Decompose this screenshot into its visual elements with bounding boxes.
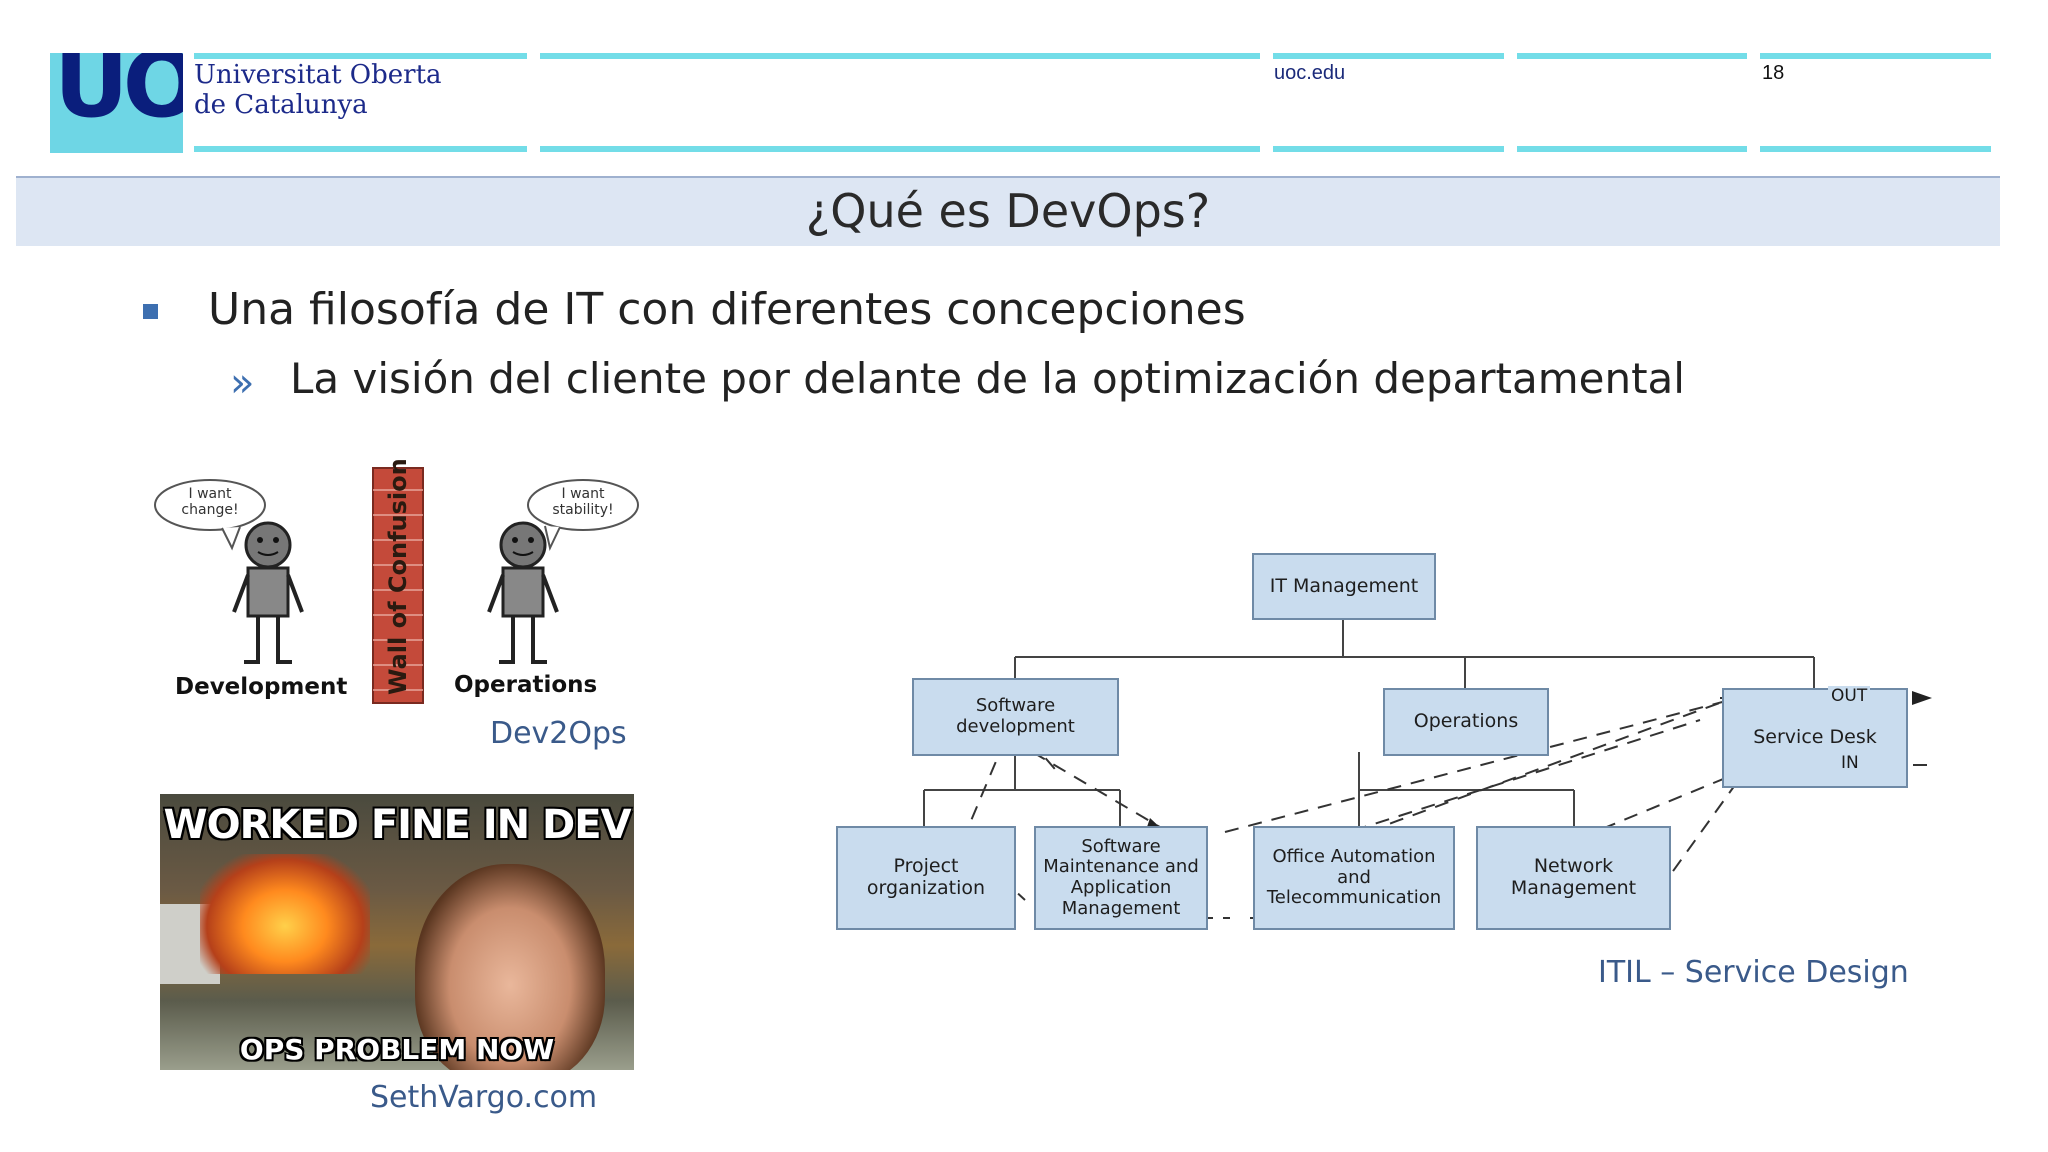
node-network-management: Network Management xyxy=(1476,826,1671,930)
node-service-desk: Service Desk xyxy=(1722,688,1908,788)
in-label: IN xyxy=(1838,753,1862,773)
itil-caption: ITIL – Service Design xyxy=(1598,955,1909,990)
node-office-automation: Office Automation and Telecommunication xyxy=(1253,826,1455,930)
node-it-management: IT Management xyxy=(1252,553,1436,620)
node-software-development: Software development xyxy=(912,678,1119,756)
node-project-organization: Project organization xyxy=(836,826,1016,930)
node-operations: Operations xyxy=(1383,688,1549,756)
out-label: OUT xyxy=(1828,686,1871,706)
node-software-maintenance: Software Maintenance and Application Man… xyxy=(1034,826,1208,930)
